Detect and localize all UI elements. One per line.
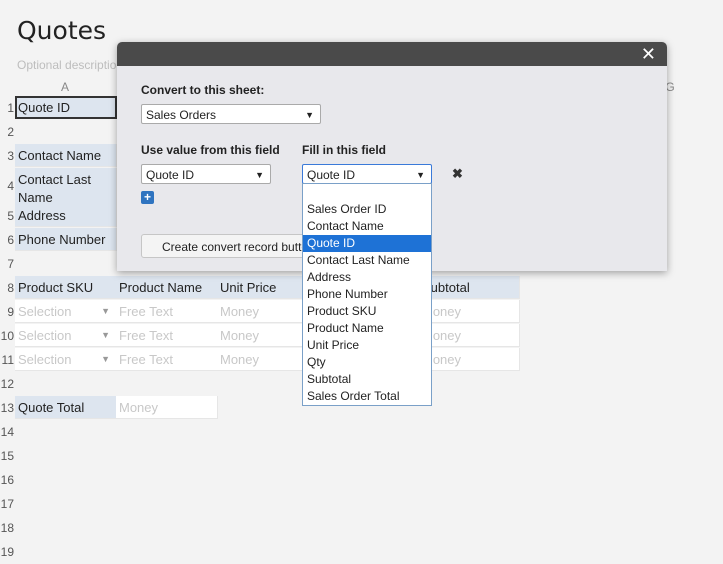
cell-selection-text: Selection (18, 304, 72, 319)
row-number: 10 (0, 329, 14, 343)
dialog-title-bar: ✕ (117, 42, 667, 66)
use-value-value: Quote ID (146, 168, 195, 182)
row-number: 1 (7, 101, 14, 115)
cell-free-text[interactable]: Free Text (116, 324, 218, 347)
option-contact-last-name[interactable]: Contact Last Name (303, 252, 431, 269)
row-number: 9 (7, 305, 14, 319)
grid-row: 17 (0, 492, 723, 516)
row-number: 17 (0, 497, 14, 511)
chevron-down-icon[interactable]: ▼ (101, 324, 110, 346)
row-number: 18 (0, 521, 14, 535)
option-sales-order-total[interactable]: Sales Order Total (303, 388, 431, 405)
cell-selection-text: Selection (18, 352, 72, 367)
convert-sheet-label: Convert to this sheet: (141, 83, 265, 97)
option-sales-order-id[interactable]: Sales Order ID (303, 201, 431, 218)
option-phone-number[interactable]: Phone Number (303, 286, 431, 303)
row-number: 12 (0, 377, 14, 391)
options-list-spacer (303, 184, 431, 201)
fill-in-select[interactable]: Quote ID ▼ (302, 164, 432, 184)
row-number: 16 (0, 473, 14, 487)
fill-in-options-list: Sales Order ID Contact Name Quote ID Con… (302, 183, 432, 406)
row-number: 4 (7, 179, 14, 193)
cell-quote-total[interactable]: Quote Total (15, 396, 117, 419)
option-contact-name[interactable]: Contact Name (303, 218, 431, 235)
row-number: 3 (7, 149, 14, 163)
cell-selection[interactable]: Selection ▼ (15, 348, 117, 371)
plus-icon[interactable]: + (141, 191, 154, 204)
cell-selection-text: Selection (18, 328, 72, 343)
cell-contact-name[interactable]: Contact Name (15, 144, 117, 167)
row-number: 11 (1, 353, 14, 367)
grid-row: 15 (0, 444, 723, 468)
grid-row: 14 (0, 420, 723, 444)
fill-in-label: Fill in this field (302, 143, 386, 157)
option-quote-id[interactable]: Quote ID (303, 235, 431, 252)
option-subtotal[interactable]: Subtotal (303, 371, 431, 388)
remove-icon[interactable]: ✖ (452, 166, 463, 182)
fill-in-value: Quote ID (307, 168, 356, 182)
cell-free-text[interactable]: Free Text (116, 348, 218, 371)
cell-selection[interactable]: Selection ▼ (15, 300, 117, 323)
cell-selection[interactable]: Selection ▼ (15, 324, 117, 347)
cell-product-sku[interactable]: Product SKU (15, 276, 117, 299)
cell-quote-id[interactable]: Quote ID (15, 96, 117, 119)
cell-money[interactable]: Money (419, 324, 520, 347)
row-number: 5 (7, 209, 14, 223)
create-convert-button[interactable]: Create convert record button (141, 234, 316, 258)
chevron-down-icon: ▼ (416, 170, 425, 180)
option-product-name[interactable]: Product Name (303, 320, 431, 337)
cell-money[interactable]: Money (419, 348, 520, 371)
page-title: Quotes (17, 16, 107, 45)
grid-row: 19 (0, 540, 723, 564)
grid-row: 16 (0, 468, 723, 492)
row-number: 19 (0, 545, 14, 559)
cell-money[interactable]: Money (419, 300, 520, 323)
chevron-down-icon[interactable]: ▼ (101, 300, 110, 322)
cell-subtotal[interactable]: Subtotal (419, 276, 520, 299)
cell-phone-number[interactable]: Phone Number (15, 228, 117, 251)
row-number: 13 (0, 401, 14, 415)
row-number: 8 (7, 281, 14, 295)
convert-sheet-select[interactable]: Sales Orders ▼ (141, 104, 321, 124)
use-value-select[interactable]: Quote ID ▼ (141, 164, 271, 184)
cell-address[interactable]: Address (15, 204, 117, 227)
option-product-sku[interactable]: Product SKU (303, 303, 431, 320)
option-unit-price[interactable]: Unit Price (303, 337, 431, 354)
chevron-down-icon: ▼ (255, 170, 264, 180)
column-header-a[interactable]: A (16, 78, 114, 96)
use-value-label: Use value from this field (141, 143, 280, 157)
grid-row: 18 (0, 516, 723, 540)
row-number: 15 (0, 449, 14, 463)
close-icon[interactable]: ✕ (641, 43, 656, 65)
convert-sheet-value: Sales Orders (146, 108, 217, 122)
row-number: 14 (0, 425, 14, 439)
cell-money[interactable]: Money (116, 396, 218, 419)
cell-product-name[interactable]: Product Name (116, 276, 218, 299)
option-address[interactable]: Address (303, 269, 431, 286)
option-qty[interactable]: Qty (303, 354, 431, 371)
chevron-down-icon: ▼ (305, 110, 314, 120)
chevron-down-icon[interactable]: ▼ (101, 348, 110, 370)
row-number: 6 (7, 233, 14, 247)
row-number: 7 (7, 257, 14, 271)
row-number: 2 (7, 125, 14, 139)
cell-free-text[interactable]: Free Text (116, 300, 218, 323)
